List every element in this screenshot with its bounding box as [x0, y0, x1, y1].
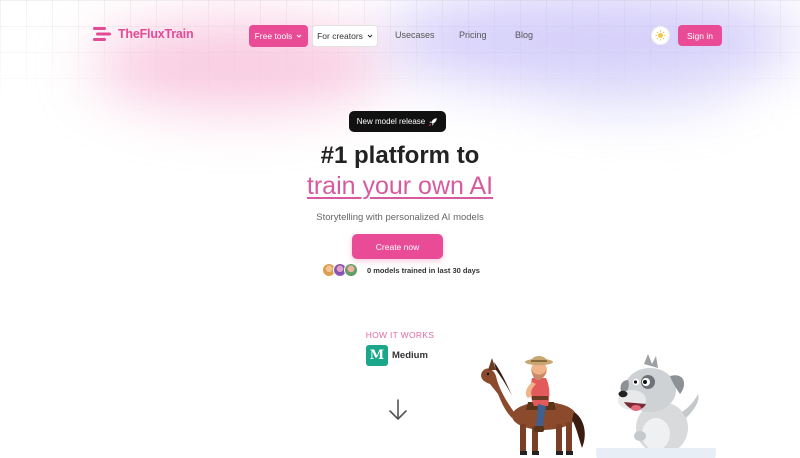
- top-navigation: TheFluxTrain Free tools For creators Use…: [0, 0, 800, 70]
- background-glow-lavender: [540, 70, 740, 110]
- for-creators-dropdown[interactable]: For creators: [312, 25, 378, 47]
- arrow-down-icon: [389, 399, 407, 420]
- create-now-button[interactable]: Create now: [352, 234, 443, 259]
- chevron-down-icon: [367, 34, 373, 38]
- nav-link-pricing[interactable]: Pricing: [459, 30, 487, 40]
- illustration-base: [596, 448, 716, 458]
- nav-link-usecases[interactable]: Usecases: [395, 30, 435, 40]
- brand-name: TheFluxTrain: [118, 27, 194, 41]
- cowboy-on-horse-illustration: [481, 356, 585, 455]
- headline-line-1: #1 platform to: [320, 142, 480, 169]
- models-trained-count: 0 models trained in last 30 days: [367, 266, 480, 275]
- theme-toggle-button[interactable]: [651, 26, 670, 45]
- free-tools-label: Free tools: [254, 31, 293, 41]
- rocket-icon: [429, 117, 438, 126]
- cartoon-dog-illustration: [618, 354, 699, 458]
- for-creators-label: For creators: [317, 31, 363, 41]
- user-avatars: [322, 263, 358, 278]
- nav-link-blog[interactable]: Blog: [515, 30, 533, 40]
- new-model-release-badge[interactable]: New model release: [349, 111, 446, 132]
- headline-line-2: train your own AI: [0, 172, 800, 201]
- medium-icon: M: [366, 345, 388, 366]
- medium-source: M Medium: [366, 345, 428, 366]
- chevron-down-icon: [297, 34, 302, 38]
- sign-in-button[interactable]: Sign in: [678, 25, 722, 46]
- logo-icon: [93, 27, 111, 41]
- how-it-works-label: HOW IT WORKS: [365, 330, 435, 340]
- brand-logo[interactable]: TheFluxTrain: [92, 24, 194, 44]
- headline-highlight: train your own AI: [306, 172, 494, 200]
- medium-label: Medium: [392, 350, 428, 361]
- sun-icon: [655, 30, 666, 41]
- avatar: [344, 263, 358, 277]
- hero-subtitle: Storytelling with personalized AI models: [316, 212, 484, 223]
- badge-label: New model release: [356, 117, 426, 126]
- free-tools-dropdown[interactable]: Free tools: [249, 25, 308, 47]
